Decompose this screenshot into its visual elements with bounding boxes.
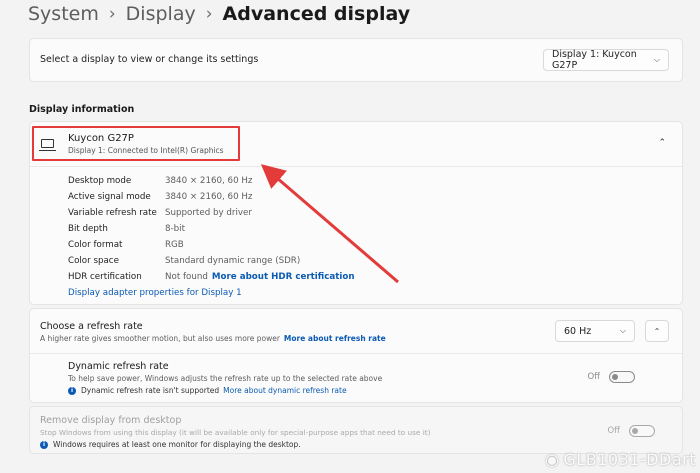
annotation-highlight-box xyxy=(32,126,240,161)
refresh-rate-value: 60 Hz xyxy=(564,325,592,337)
chevron-up-icon: ⌃ xyxy=(653,326,661,336)
remove-display-toggle-label: Off xyxy=(607,426,620,436)
display-info-header[interactable]: Kuycon G27P Display 1: Connected to Inte… xyxy=(30,122,682,167)
dynamic-refresh-title: Dynamic refresh rate xyxy=(68,361,169,372)
remove-display-subtitle: Stop Windows from using this display (it… xyxy=(40,428,431,437)
refresh-rate-header: Choose a refresh rate A higher rate give… xyxy=(30,309,682,354)
dynamic-refresh-toggle-label: Off xyxy=(587,372,600,382)
refresh-rate-subtitle: A higher rate gives smoother motion, but… xyxy=(40,334,386,343)
hdr-certification-link[interactable]: More about HDR certification xyxy=(212,272,355,282)
property-key: HDR certification xyxy=(68,272,142,282)
property-row: Color format RGB xyxy=(68,237,355,253)
remove-display-note-text: Windows requires at least one monitor fo… xyxy=(53,440,301,449)
info-icon: i xyxy=(40,440,48,449)
watermark: ◉ GLB1031-DDart xyxy=(545,450,696,469)
chevron-right-icon: › xyxy=(205,4,213,24)
refresh-rate-description: A higher rate gives smoother motion, but… xyxy=(40,334,280,343)
display-dropdown[interactable]: Display 1: Kuycon G27P ⌵ xyxy=(543,49,669,71)
dynamic-refresh-section: Dynamic refresh rate To help save power,… xyxy=(68,361,382,395)
property-value: Standard dynamic range (SDR) xyxy=(165,256,301,266)
property-value: 3840 × 2160, 60 Hz xyxy=(165,176,253,186)
dynamic-refresh-toggle-group: Off xyxy=(587,371,635,383)
adapter-properties-link[interactable]: Display adapter properties for Display 1 xyxy=(68,288,242,298)
property-key: Color space xyxy=(68,256,119,266)
info-icon: i xyxy=(68,386,76,395)
dynamic-refresh-note-text: Dynamic refresh rate isn't supported xyxy=(81,386,220,395)
display-info-card: Kuycon G27P Display 1: Connected to Inte… xyxy=(29,121,683,305)
display-properties: Desktop mode 3840 × 2160, 60 Hz Active si… xyxy=(68,173,355,285)
display-select-card: Select a display to view or change its s… xyxy=(29,38,683,82)
page-title: Advanced display xyxy=(222,3,411,25)
chevron-down-icon: ⌵ xyxy=(653,55,660,64)
property-row: Desktop mode 3840 × 2160, 60 Hz xyxy=(68,173,355,189)
refresh-rate-dropdown[interactable]: 60 Hz ⌵ xyxy=(555,320,635,342)
property-key: Bit depth xyxy=(68,224,108,234)
display-select-label: Select a display to view or change its s… xyxy=(40,54,259,65)
property-value: Not found xyxy=(165,272,208,282)
property-value: RGB xyxy=(165,240,184,250)
property-value: Supported by driver xyxy=(165,208,252,218)
property-key: Desktop mode xyxy=(68,176,132,186)
breadcrumb: System › Display › Advanced display xyxy=(28,2,410,26)
remove-display-card: Remove display from desktop Stop Windows… xyxy=(29,406,683,454)
property-value: 3840 × 2160, 60 Hz xyxy=(165,192,253,202)
property-row: Color space Standard dynamic range (SDR) xyxy=(68,253,355,269)
display-dropdown-value: Display 1: Kuycon G27P xyxy=(552,49,637,71)
property-row: Bit depth 8-bit xyxy=(68,221,355,237)
chevron-up-icon[interactable]: ⌃ xyxy=(658,138,666,148)
property-key: Color format xyxy=(68,240,123,250)
dynamic-refresh-link[interactable]: More about dynamic refresh rate xyxy=(223,386,346,395)
section-title-display-information: Display information xyxy=(29,104,135,115)
chevron-down-icon: ⌵ xyxy=(619,326,626,335)
weibo-icon: ◉ xyxy=(544,450,560,469)
watermark-text: GLB1031-DDart xyxy=(563,450,696,469)
property-row: HDR certification Not found More about HDR… xyxy=(68,269,355,285)
refresh-rate-card: Choose a refresh rate A higher rate give… xyxy=(29,308,683,403)
breadcrumb-display[interactable]: Display xyxy=(126,2,196,26)
remove-display-note: i Windows requires at least one monitor … xyxy=(40,440,301,449)
remove-display-toggle-group: Off xyxy=(607,425,655,437)
dynamic-refresh-note: i Dynamic refresh rate isn't supported M… xyxy=(68,386,382,395)
remove-display-title: Remove display from desktop xyxy=(40,415,182,426)
refresh-rate-link[interactable]: More about refresh rate xyxy=(284,334,386,343)
dynamic-refresh-subtitle: To help save power, Windows adjusts the … xyxy=(68,374,383,383)
remove-display-toggle xyxy=(629,425,655,437)
refresh-rate-title: Choose a refresh rate xyxy=(40,321,143,332)
chevron-right-icon: › xyxy=(108,4,116,24)
collapse-button[interactable]: ⌃ xyxy=(645,320,669,342)
property-key: Active signal mode xyxy=(68,192,151,202)
property-row: Variable refresh rate Supported by driver xyxy=(68,205,355,221)
property-value: 8-bit xyxy=(165,224,185,234)
property-row: Active signal mode 3840 × 2160, 60 Hz xyxy=(68,189,355,205)
dynamic-refresh-toggle[interactable] xyxy=(609,371,635,383)
breadcrumb-system[interactable]: System xyxy=(28,2,99,26)
property-key: Variable refresh rate xyxy=(68,208,157,218)
